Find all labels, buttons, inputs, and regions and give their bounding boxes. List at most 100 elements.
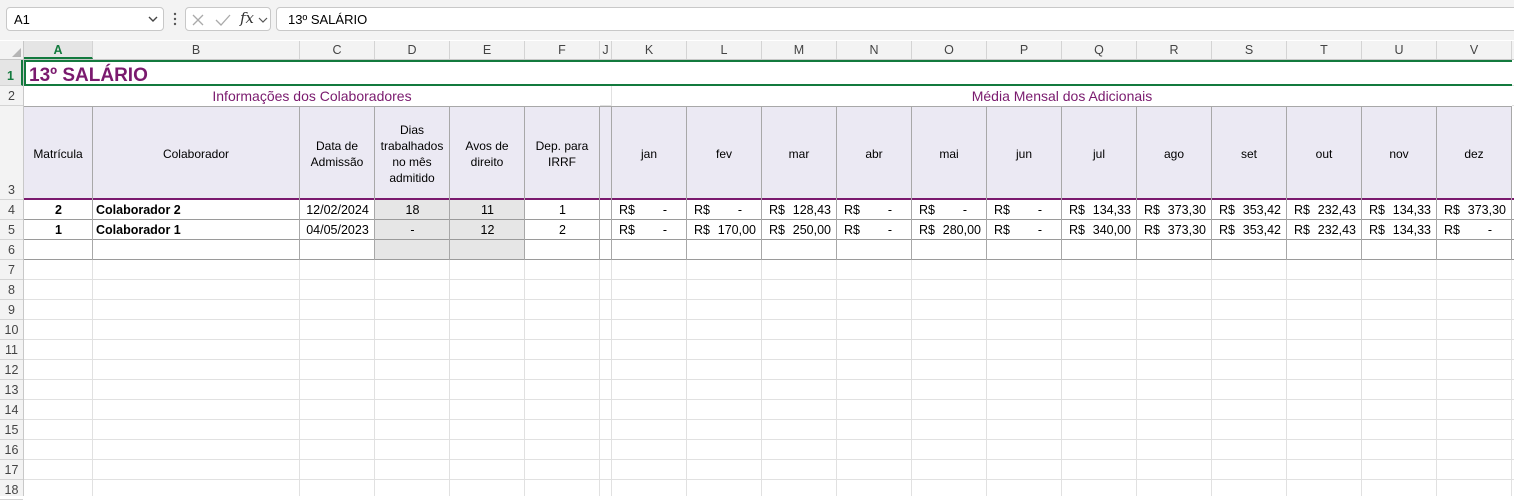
column-header-r[interactable]: R bbox=[1137, 41, 1212, 59]
row-header-6[interactable]: 6 bbox=[0, 240, 23, 260]
body-border-vertical bbox=[611, 260, 612, 496]
column-header-v[interactable]: V bbox=[1437, 41, 1512, 59]
cell-month-value-mai[interactable]: 280,00 bbox=[912, 223, 981, 237]
table-border-vertical bbox=[524, 106, 525, 260]
row-header-13[interactable]: 13 bbox=[0, 380, 23, 400]
row-header-8[interactable]: 8 bbox=[0, 280, 23, 300]
insert-function-icon[interactable]: fx bbox=[240, 9, 254, 27]
column-header-n[interactable]: N bbox=[837, 41, 912, 59]
row-header-7[interactable]: 7 bbox=[0, 260, 23, 280]
column-header-s[interactable]: S bbox=[1212, 41, 1287, 59]
gridline-horizontal bbox=[24, 279, 1514, 280]
column-header-j[interactable]: J bbox=[600, 41, 612, 59]
cell-month-value-mar[interactable]: 128,43 bbox=[762, 203, 831, 217]
gridline-horizontal bbox=[24, 479, 1514, 480]
column-header-p[interactable]: P bbox=[987, 41, 1062, 59]
cell-dias[interactable]: 18 bbox=[375, 203, 450, 217]
cell-month-value-mai[interactable]: - bbox=[912, 203, 967, 217]
table-border-vertical bbox=[1286, 106, 1287, 260]
formula-input[interactable]: 13º SALÁRIO bbox=[276, 7, 1514, 31]
cell-avos[interactable]: 11 bbox=[450, 203, 525, 217]
cell-colaborador[interactable]: Colaborador 1 bbox=[93, 223, 303, 237]
header-month-jun: jun bbox=[987, 106, 1062, 200]
column-header-b[interactable]: B bbox=[93, 41, 300, 59]
column-header-d[interactable]: D bbox=[375, 41, 450, 59]
cell-month-value-set[interactable]: 353,42 bbox=[1212, 203, 1281, 217]
cell-avos[interactable]: 12 bbox=[450, 223, 525, 237]
cell-month-value-fev[interactable]: 170,00 bbox=[687, 223, 756, 237]
cell-month-value-set[interactable]: 353,42 bbox=[1212, 223, 1281, 237]
column-header-q[interactable]: Q bbox=[1062, 41, 1137, 59]
row-header-3[interactable]: 3 bbox=[0, 106, 23, 200]
row-header-9[interactable]: 9 bbox=[0, 300, 23, 320]
row-header-15[interactable]: 15 bbox=[0, 420, 23, 440]
gridline-horizontal bbox=[24, 439, 1514, 440]
cell-month-value-jun[interactable]: - bbox=[987, 223, 1042, 237]
chevron-down-icon[interactable] bbox=[258, 14, 268, 26]
chevron-down-icon[interactable] bbox=[147, 12, 159, 26]
column-header-t[interactable]: T bbox=[1287, 41, 1362, 59]
cell-month-value-out[interactable]: 232,43 bbox=[1287, 223, 1356, 237]
cell-month-value-nov[interactable]: 134,33 bbox=[1362, 223, 1431, 237]
table-border-vertical bbox=[299, 106, 300, 260]
more-options-icon[interactable] bbox=[170, 10, 180, 30]
column-header-c[interactable]: C bbox=[300, 41, 375, 59]
column-header-e[interactable]: E bbox=[450, 41, 525, 59]
cell-month-value-dez[interactable]: - bbox=[1437, 223, 1492, 237]
title-cell[interactable]: 13º SALÁRIO bbox=[24, 60, 1512, 86]
cell-month-value-dez[interactable]: 373,30 bbox=[1437, 203, 1506, 217]
column-header-a[interactable]: A bbox=[24, 41, 93, 59]
cell-month-value-abr[interactable]: - bbox=[837, 223, 892, 237]
table-border-vertical bbox=[686, 106, 687, 260]
row-header-17[interactable]: 17 bbox=[0, 460, 23, 480]
cell-month-value-jul[interactable]: 340,00 bbox=[1062, 223, 1131, 237]
row-header-1[interactable]: 1 bbox=[0, 60, 23, 86]
cell-matricula[interactable]: 2 bbox=[24, 203, 93, 217]
row-header-12[interactable]: 12 bbox=[0, 360, 23, 380]
column-header-f[interactable]: F bbox=[525, 41, 600, 59]
cell-dep[interactable]: 2 bbox=[525, 223, 600, 237]
cell-matricula[interactable]: 1 bbox=[24, 223, 93, 237]
cell-month-value-out[interactable]: 232,43 bbox=[1287, 203, 1356, 217]
check-icon[interactable] bbox=[215, 13, 231, 27]
row-header-10[interactable]: 10 bbox=[0, 320, 23, 340]
row-header-11[interactable]: 11 bbox=[0, 340, 23, 360]
cell-colaborador[interactable]: Colaborador 2 bbox=[93, 203, 303, 217]
row-header-18[interactable]: 18 bbox=[0, 480, 23, 500]
cell-month-value-ago[interactable]: 373,30 bbox=[1137, 223, 1206, 237]
cell-month-value-jul[interactable]: 134,33 bbox=[1062, 203, 1131, 217]
header-dias-trabalhados: Dias trabalhados no mês admitido bbox=[375, 106, 450, 200]
column-header-u[interactable]: U bbox=[1362, 41, 1437, 59]
cell-month-value-mar[interactable]: 250,00 bbox=[762, 223, 831, 237]
cell-month-value-jun[interactable]: - bbox=[987, 203, 1042, 217]
cell-month-value-abr[interactable]: - bbox=[837, 203, 892, 217]
column-header-o[interactable]: O bbox=[912, 41, 987, 59]
cell-dep[interactable]: 1 bbox=[525, 203, 600, 217]
row-header-5[interactable]: 5 bbox=[0, 220, 23, 240]
name-box[interactable]: A1 bbox=[6, 7, 164, 31]
cell-month-value-fev[interactable]: - bbox=[687, 203, 742, 217]
row-header-4[interactable]: 4 bbox=[0, 200, 23, 220]
column-header-l[interactable]: L bbox=[687, 41, 762, 59]
cell-admissao[interactable]: 12/02/2024 bbox=[300, 203, 375, 217]
cell-month-value-jan[interactable]: - bbox=[612, 203, 667, 217]
cancel-icon[interactable] bbox=[191, 13, 205, 27]
worksheet-grid[interactable]: 13º SALÁRIO Informações dos Colaboradores… bbox=[24, 60, 1514, 496]
column-header-k[interactable]: K bbox=[612, 41, 687, 59]
row-header-14[interactable]: 14 bbox=[0, 400, 23, 420]
row-header-16[interactable]: 16 bbox=[0, 440, 23, 460]
select-all-button[interactable] bbox=[0, 41, 24, 59]
cell-dias[interactable]: - bbox=[375, 223, 450, 237]
cell-month-value-jan[interactable]: - bbox=[612, 223, 667, 237]
header-month-jan: jan bbox=[612, 106, 687, 200]
row-header-2[interactable]: 2 bbox=[0, 86, 23, 106]
column-headers: ABCDEFJKLMNOPQRSTUVW bbox=[0, 41, 1514, 60]
cell-month-value-nov[interactable]: 134,33 bbox=[1362, 203, 1431, 217]
cell-month-value-ago[interactable]: 373,30 bbox=[1137, 203, 1206, 217]
cell-admissao[interactable]: 04/05/2023 bbox=[300, 223, 375, 237]
table-border-vertical bbox=[1361, 106, 1362, 260]
table-border-vertical bbox=[1511, 106, 1512, 260]
column-header-m[interactable]: M bbox=[762, 41, 837, 59]
header-month-mai: mai bbox=[912, 106, 987, 200]
gridline-horizontal bbox=[24, 419, 1514, 420]
